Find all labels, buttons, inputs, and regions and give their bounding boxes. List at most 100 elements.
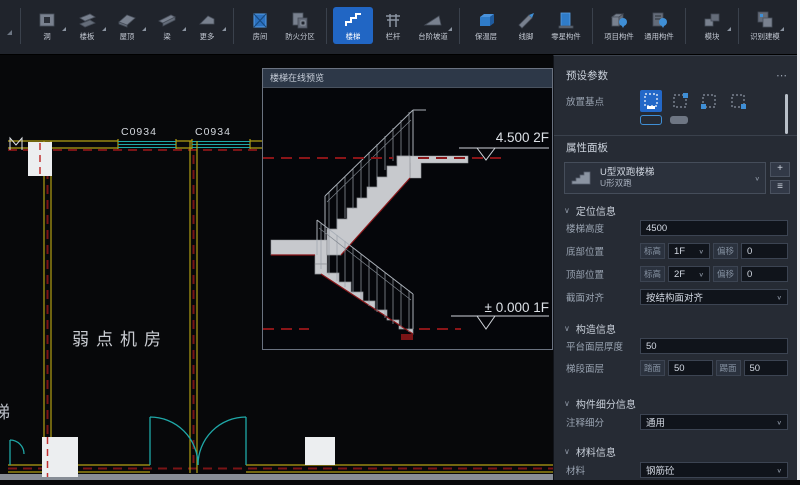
stair-height-label: 楼梯高度 — [566, 221, 640, 235]
stair-type-select[interactable]: U型双跑楼梯 U形双跑 ∨ — [564, 162, 766, 194]
level-tag: 标高 — [640, 266, 665, 282]
tool-steps-ramp-button[interactable]: 台阶坡道 — [413, 7, 453, 44]
module-icon — [700, 8, 724, 32]
note-subdivision-label: 注释细分 — [566, 415, 640, 429]
tool-room-button[interactable]: 房间 — [240, 7, 280, 44]
section-construction[interactable]: ∨ 构造信息 — [554, 321, 800, 335]
tool-insulation-button[interactable]: 保温层 — [466, 7, 506, 44]
panel-scrollbar[interactable] — [785, 94, 788, 134]
chevron-down-icon: ∨ — [564, 447, 570, 456]
top-position-label: 顶部位置 — [566, 267, 640, 281]
base-point-option-4[interactable] — [727, 90, 749, 112]
railing-lower-inner — [319, 228, 411, 300]
base-point-label: 放置基点 — [566, 94, 640, 108]
material-select[interactable]: 钢筋砼 ∨ — [640, 462, 788, 478]
toolbar-group-vertical-circulation: 楼梯 栏杆 台阶坡道 — [333, 7, 453, 44]
offset-tag: 偏移 — [713, 243, 738, 259]
clipped-room-label: 梯 — [0, 403, 10, 422]
chevron-down-icon: ∨ — [564, 324, 570, 333]
tool-floor-slab-button[interactable]: 楼板 — [67, 7, 107, 44]
stair-preview-popup: 楼梯在线预览 — [262, 68, 553, 350]
tool-generic-component-button[interactable]: 通用构件 — [639, 7, 679, 44]
tread-thickness-input[interactable] — [668, 360, 712, 376]
stair-section-drawing[interactable]: 4.500 2F ± 0.000 1F — [263, 88, 552, 350]
top-level-select[interactable]: 2F ∨ — [668, 266, 710, 282]
tool-hole-button[interactable]: 洞 — [27, 7, 67, 44]
window — [118, 142, 250, 148]
section-align-select[interactable]: 按结构面对齐 ∨ — [640, 289, 788, 305]
note-subdivision-select[interactable]: 通用 ∨ — [640, 414, 788, 430]
misc-component-icon — [554, 8, 578, 32]
base-point-option-5[interactable] — [640, 115, 662, 125]
tool-recognize-model-button[interactable]: 识别建模 — [745, 7, 785, 44]
type-options-button[interactable]: ≡ — [770, 180, 790, 195]
properties-panel-title: 属性面板 — [566, 140, 608, 155]
tool-module-button[interactable]: 模块 — [692, 7, 732, 44]
riser-thickness-input[interactable] — [744, 360, 788, 376]
top-offset-input[interactable] — [741, 266, 788, 282]
toolbar-group-structure: 洞 楼板 屋顶 梁 更多 — [27, 7, 227, 44]
stair-icon — [341, 8, 365, 32]
tool-fire-zone-button[interactable]: 防火分区 — [280, 7, 320, 44]
tool-molding-button[interactable]: 线脚 — [506, 7, 546, 44]
base-point-option-1[interactable] — [640, 90, 662, 112]
toolbar-group-module: 模块 — [692, 7, 732, 44]
toolbar-group-library: 项目构件 通用构件 — [599, 7, 679, 44]
chevron-down-icon: ∨ — [777, 293, 783, 300]
tool-more-button[interactable]: 更多 — [187, 7, 227, 44]
more-tools-icon — [195, 8, 219, 32]
insulation-icon — [474, 8, 498, 32]
tread-tag: 踏面 — [640, 360, 665, 376]
bottom-level-select[interactable]: 1F ∨ — [668, 243, 710, 259]
elevation-label-2f: 4.500 2F — [496, 130, 549, 145]
window-tag: C0934 — [121, 126, 157, 138]
room-icon — [248, 8, 272, 32]
railing-icon — [381, 8, 405, 32]
bottom-edge-band — [0, 474, 553, 480]
toolbar-group-finishes: 保温层 线脚 零星构件 — [466, 7, 586, 44]
section-positioning[interactable]: ∨ 定位信息 — [554, 203, 800, 217]
stair-height-input[interactable] — [640, 220, 788, 236]
toolbar-divider — [592, 8, 593, 44]
base-point-option-2[interactable] — [669, 90, 691, 112]
tool-railing-button[interactable]: 栏杆 — [373, 7, 413, 44]
molding-icon — [514, 8, 538, 32]
flight-finish-label: 梯段面层 — [566, 361, 640, 375]
fire-zone-icon — [288, 8, 312, 32]
chevron-down-icon: ∨ — [755, 174, 761, 181]
add-type-button[interactable]: + — [770, 162, 790, 177]
offset-tag: 偏移 — [713, 266, 738, 282]
base-point-row-2 — [554, 115, 800, 127]
project-component-icon — [607, 8, 631, 32]
tool-project-component-button[interactable]: 项目构件 — [599, 7, 639, 44]
roof-icon — [115, 8, 139, 32]
chevron-down-icon: ∨ — [699, 270, 705, 277]
beam-icon — [155, 8, 179, 32]
toolbar-divider — [20, 8, 21, 44]
section-material[interactable]: ∨ 材料信息 — [554, 444, 800, 458]
bottom-offset-input[interactable] — [741, 243, 788, 259]
stair-preview-title[interactable]: 楼梯在线预览 — [263, 69, 552, 88]
tool-misc-component-button[interactable]: 零星构件 — [546, 7, 586, 44]
bottom-position-label: 底部位置 — [566, 244, 640, 258]
ramp-icon — [421, 8, 445, 32]
chevron-down-icon: ∨ — [777, 418, 783, 425]
panel-divider — [554, 135, 800, 136]
base-point-option-3[interactable] — [698, 90, 720, 112]
tool-roof-button[interactable]: 屋顶 — [107, 7, 147, 44]
toolbar-divider — [738, 8, 739, 44]
tool-stair-button[interactable]: 楼梯 — [333, 7, 373, 44]
toolbar-divider — [233, 8, 234, 44]
more-options-button[interactable]: ⋯ — [776, 69, 788, 82]
chevron-down-icon: ∨ — [564, 399, 570, 408]
section-subdivision[interactable]: ∨ 构件细分信息 — [554, 396, 800, 410]
preset-params-title: 预设参数 — [566, 68, 608, 83]
soffit-lines — [271, 178, 413, 334]
generic-component-icon — [647, 8, 671, 32]
base-point-option-6[interactable] — [670, 116, 688, 124]
clipped-tool-button[interactable] — [0, 7, 14, 47]
mid-landing-slab — [271, 240, 327, 264]
riser-tag: 踢面 — [716, 360, 741, 376]
tool-beam-button[interactable]: 梁 — [147, 7, 187, 44]
platform-thickness-input[interactable] — [640, 338, 788, 354]
